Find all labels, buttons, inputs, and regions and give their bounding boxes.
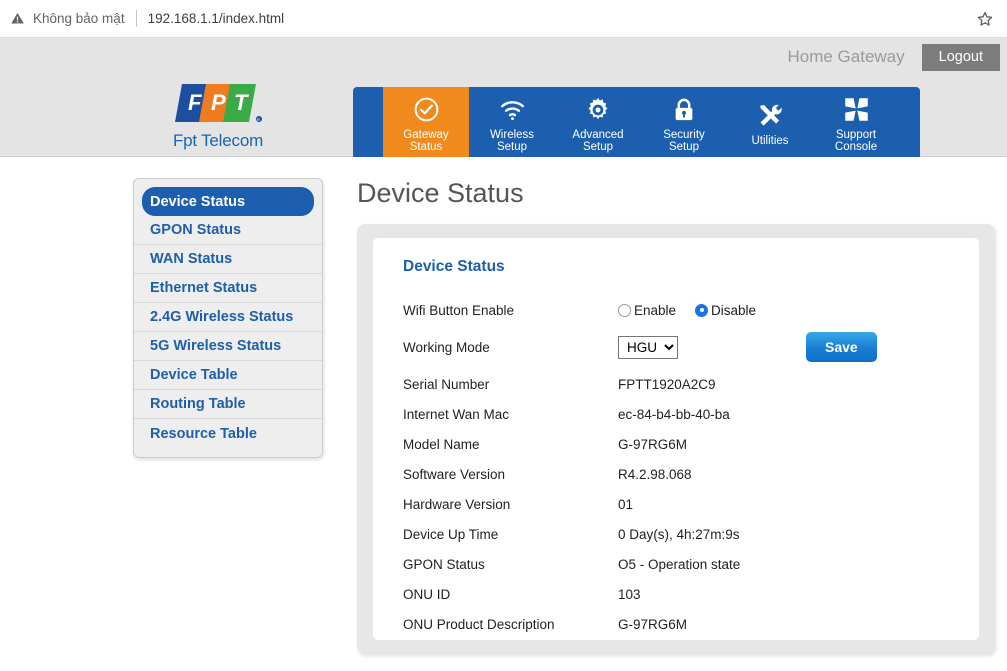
value-model-name: G-97RG6M — [618, 436, 688, 452]
sidebar-item-routing-table[interactable]: Routing Table — [134, 390, 322, 419]
nav-item-wireless-setup[interactable]: Wireless Setup — [469, 87, 555, 157]
nav-item-support-console[interactable]: Support Console — [813, 87, 899, 157]
lock-icon — [671, 95, 697, 125]
info-row-onu-product-description: ONU Product Description G-97RG6M — [403, 609, 979, 639]
sidebar-item-ethernet-status[interactable]: Ethernet Status — [134, 274, 322, 303]
wifi-button-label: Wifi Button Enable — [403, 302, 515, 318]
value-gpon-status: O5 - Operation state — [618, 556, 741, 572]
wifi-disable-radio[interactable] — [695, 303, 709, 317]
check-circle-icon — [412, 95, 441, 125]
device-status-card: Device Status Wifi Button Enable Enable … — [373, 238, 979, 640]
label-software-version: Software Version — [403, 466, 506, 482]
address-divider — [135, 10, 137, 27]
fpt-logo-mark: F P T R — [175, 84, 262, 122]
label-onu-product-description: ONU Product Description — [403, 616, 555, 632]
info-row-gpon-status: GPON Status O5 - Operation state — [403, 549, 979, 579]
content-panel: Device Status Wifi Button Enable Enable … — [357, 224, 995, 654]
working-mode-label: Working Mode — [403, 339, 490, 355]
value-internet-wan-mac: ec-84-b4-bb-40-ba — [618, 406, 730, 422]
label-internet-wan-mac: Internet Wan Mac — [403, 406, 510, 422]
wifi-enable-radio-option[interactable]: Enable — [618, 303, 676, 318]
info-row-serial-number: Serial Number FPTT1920A2C9 — [403, 369, 979, 399]
info-row-onu-id: ONU ID 103 — [403, 579, 979, 609]
working-mode-row: Working Mode HGU Save — [403, 325, 979, 369]
value-device-up-time: 0 Day(s), 4h:27m:9s — [618, 526, 740, 542]
sidebar-item-resource-table[interactable]: Resource Table — [134, 419, 322, 448]
info-row-model-name: Model Name G-97RG6M — [403, 429, 979, 459]
fpt-logo: F P T R Fpt Telecom — [168, 80, 268, 151]
sidebar-item-gpon-status[interactable]: GPON Status — [134, 216, 322, 245]
wifi-button-row: Wifi Button Enable Enable Disable — [403, 295, 979, 325]
gear-icon — [584, 95, 612, 125]
warning-triangle-icon — [8, 10, 26, 28]
info-row-device-up-time: Device Up Time 0 Day(s), 4h:27m:9s — [403, 519, 979, 549]
account-controls: Home Gateway Logout — [787, 38, 1007, 76]
security-status-label: Không bảo mật — [33, 11, 125, 26]
wifi-disable-radio-option[interactable]: Disable — [695, 303, 756, 318]
label-device-up-time: Device Up Time — [403, 526, 499, 542]
info-row-software-version: Software Version R4.2.98.068 — [403, 459, 979, 489]
sidebar-item-24g-wireless-status[interactable]: 2.4G Wireless Status — [134, 303, 322, 332]
value-hardware-version: 01 — [618, 496, 634, 512]
info-row-internet-wan-mac: Internet Wan Mac ec-84-b4-bb-40-ba — [403, 399, 979, 429]
svg-text:T: T — [234, 90, 249, 115]
label-model-name: Model Name — [403, 436, 480, 452]
sidebar-item-wan-status[interactable]: WAN Status — [134, 245, 322, 274]
card-title: Device Status — [403, 258, 505, 275]
sidebar-item-5g-wireless-status[interactable]: 5G Wireless Status — [134, 332, 322, 361]
label-gpon-status: GPON Status — [403, 556, 485, 572]
label-hardware-version: Hardware Version — [403, 496, 511, 512]
wifi-icon — [498, 95, 527, 125]
nav-label-wireless-setup: Wireless Setup — [489, 128, 535, 154]
nav-label-utilities: Utilities — [751, 134, 789, 147]
nav-label-gateway-status: Gateway Status — [403, 128, 449, 154]
value-software-version: R4.2.98.068 — [618, 466, 692, 482]
logout-button[interactable]: Logout — [921, 43, 1000, 71]
nav-label-support-console: Support Console — [834, 128, 878, 154]
svg-text:F: F — [188, 90, 202, 115]
value-onu-product-description: G-97RG6M — [618, 616, 688, 632]
svg-text:P: P — [211, 90, 226, 115]
nav-left-pad — [353, 87, 383, 157]
wifi-disable-label: Disable — [711, 302, 757, 318]
label-onu-id: ONU ID — [403, 586, 451, 602]
wifi-enable-radio[interactable] — [618, 303, 631, 317]
working-mode-select[interactable]: HGU — [618, 335, 678, 359]
svg-text:R: R — [257, 117, 260, 122]
nav-item-security-setup[interactable]: Security Setup — [641, 87, 727, 157]
nav-label-advanced-setup: Advanced Setup — [572, 128, 624, 154]
collapse-arrows-icon — [843, 95, 870, 125]
nav-item-gateway-status[interactable]: Gateway Status — [383, 87, 469, 157]
save-button[interactable]: Save — [806, 332, 877, 362]
main-navigation: Gateway Status Wireless Setup Advanced Setu… — [353, 87, 920, 157]
url-text[interactable]: 192.168.1.1/index.html — [148, 11, 285, 26]
nav-item-advanced-setup[interactable]: Advanced Setup — [555, 87, 641, 157]
value-serial-number: FPTT1920A2C9 — [618, 376, 716, 392]
info-row-hardware-version: Hardware Version 01 — [403, 489, 979, 519]
logo-text: Fpt Telecom — [172, 131, 264, 150]
page-title: Device Status — [357, 178, 524, 208]
account-label: Home Gateway — [787, 47, 905, 66]
value-onu-id: 103 — [618, 586, 641, 602]
sidebar-item-device-status[interactable]: Device Status — [142, 187, 314, 216]
label-serial-number: Serial Number — [403, 376, 490, 392]
star-outline-icon[interactable] — [976, 10, 994, 28]
browser-address-bar: Không bảo mật 192.168.1.1/index.html — [0, 0, 1007, 38]
sidebar-menu: Device Status GPON Status WAN Status Eth… — [133, 178, 323, 458]
tools-icon — [756, 101, 784, 131]
sidebar-item-device-table[interactable]: Device Table — [134, 361, 322, 390]
wifi-button-radio-group: Enable Disable — [618, 303, 756, 318]
nav-label-security-setup: Security Setup — [663, 128, 705, 154]
nav-item-utilities[interactable]: Utilities — [727, 87, 813, 157]
wifi-enable-label: Enable — [634, 302, 677, 318]
